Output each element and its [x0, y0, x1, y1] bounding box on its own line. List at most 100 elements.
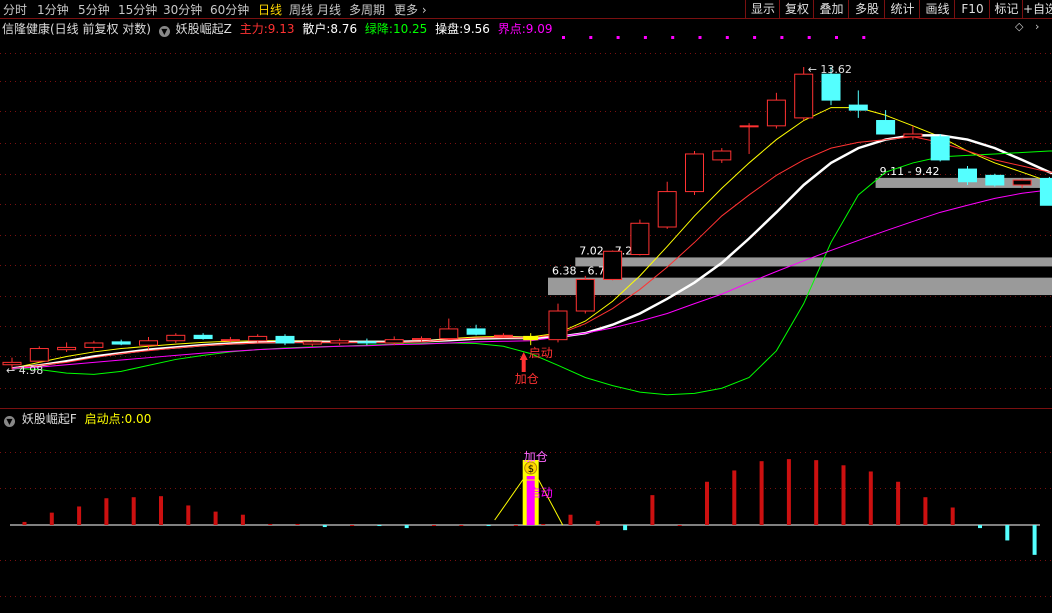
- sub-bar-34: [950, 507, 955, 525]
- signal-dot-5: [698, 36, 702, 39]
- sub-bar-3: [104, 498, 109, 525]
- sub-bar-26: [732, 470, 737, 525]
- candle-body-26: [712, 150, 732, 161]
- candle-body-29: [794, 73, 814, 119]
- candle-body-20: [548, 310, 568, 341]
- sub-bar-25: [705, 481, 709, 525]
- candle-body-6: [166, 334, 186, 342]
- sub-bar-0: [22, 521, 27, 525]
- sub-bar-33: [923, 497, 928, 525]
- sub-bar-10: [295, 523, 300, 525]
- zone-bar-2: [548, 277, 1052, 296]
- signal-dot-7: [753, 36, 757, 39]
- sub-bar-13: [377, 525, 382, 527]
- candle-body-37: [1012, 179, 1032, 186]
- sub-bar-37: [1032, 525, 1037, 555]
- candle-body-17: [466, 328, 486, 335]
- sub-bar-7: [213, 511, 218, 525]
- sub-bar-17: [486, 525, 491, 527]
- candle-body-8: [220, 339, 240, 342]
- candle-body-36: [985, 174, 1005, 186]
- candle-body-11: [302, 341, 322, 345]
- sub-bar-31: [868, 471, 873, 525]
- sub-start-label: 启动: [529, 486, 553, 500]
- candle-body-5: [139, 340, 158, 346]
- sub-add-label: 加仓: [524, 450, 548, 464]
- signal-dot-2: [616, 36, 620, 39]
- kline-chart: 9.11 - 9.427.02 - 7.236.38 - 6.76← 13.62…: [0, 36, 1052, 597]
- low-label: ← 4.98: [6, 364, 43, 377]
- sub-bar-5: [159, 496, 163, 525]
- candle-body-22: [603, 250, 623, 280]
- candle-body-24: [657, 191, 677, 228]
- sub-bar-4: [131, 497, 136, 525]
- add-label: 加仓: [515, 372, 539, 386]
- dollar-glyph: $: [528, 464, 534, 475]
- candle-body-10: [275, 335, 295, 344]
- candle-body-9: [248, 335, 268, 342]
- candle-body-27: [739, 125, 759, 128]
- candle-body-7: [193, 334, 213, 340]
- candle-body-4: [111, 341, 131, 345]
- candle-body-25: [685, 153, 704, 193]
- ma-line-0: [11, 107, 1052, 369]
- candle-body-1: [29, 348, 49, 362]
- zone-bar-1: [575, 257, 1052, 267]
- sub-bar-27: [759, 461, 764, 525]
- candle-body-16: [439, 328, 459, 340]
- candle-body-18: [493, 334, 513, 337]
- sub-bar-1: [49, 512, 54, 525]
- candle-body-19: [523, 335, 539, 341]
- sub-bar-30: [841, 465, 846, 525]
- start-label: 启动: [529, 346, 553, 360]
- signal-dot-0: [562, 36, 565, 39]
- candle-body-38: [1039, 178, 1052, 206]
- signal-dot-1: [589, 36, 593, 39]
- zone-label-2: 6.38 - 6.76: [552, 265, 612, 278]
- sub-bar-15: [432, 525, 436, 526]
- candle-body-12: [330, 340, 350, 344]
- sub-bar-16: [459, 525, 464, 526]
- sub-bar-6: [186, 505, 191, 525]
- sub-bar-2: [77, 506, 82, 525]
- sub-bar-19: [541, 523, 546, 525]
- sub-bar-28: [786, 459, 791, 525]
- candle-body-31: [848, 104, 868, 111]
- candle-body-3: [84, 342, 104, 348]
- candle-body-34: [930, 136, 950, 161]
- buy-arrow-icon: [519, 352, 528, 372]
- candle-body-32: [876, 120, 896, 135]
- candle-body-35: [958, 168, 977, 183]
- sub-bar-12: [350, 525, 355, 526]
- sub-bar-24: [677, 525, 682, 526]
- sub-bar-29: [814, 460, 819, 525]
- sub-bar-18: [513, 525, 518, 526]
- signal-dot-11: [862, 36, 866, 39]
- sub-bar-20: [568, 514, 573, 525]
- candle-body-33: [903, 133, 923, 138]
- signal-dot-10: [835, 36, 838, 39]
- sub-bar-9: [268, 523, 273, 525]
- candle-body-14: [384, 339, 404, 344]
- candle-body-2: [57, 346, 77, 351]
- signal-dot-9: [807, 36, 811, 39]
- sub-bar-11: [322, 525, 327, 528]
- start-pillar-inner: [526, 476, 535, 525]
- sub-bar-22: [623, 525, 628, 531]
- candle-body-15: [412, 338, 431, 341]
- candle-body-28: [766, 99, 786, 127]
- sub-bar-23: [650, 495, 655, 525]
- candle-body-13: [357, 341, 377, 344]
- sub-bar-8: [240, 514, 245, 525]
- signal-dot-8: [780, 36, 784, 39]
- high-label: ← 13.62: [808, 63, 852, 76]
- sub-bar-35: [978, 525, 982, 529]
- sub-bar-14: [404, 525, 409, 529]
- signal-dot-3: [643, 36, 647, 39]
- sub-bar-21: [595, 520, 600, 525]
- signal-dot-6: [725, 36, 729, 39]
- candle-body-21: [575, 278, 595, 312]
- sub-bar-36: [1005, 525, 1010, 541]
- sub-bar-32: [896, 481, 901, 525]
- candle-body-23: [630, 222, 650, 256]
